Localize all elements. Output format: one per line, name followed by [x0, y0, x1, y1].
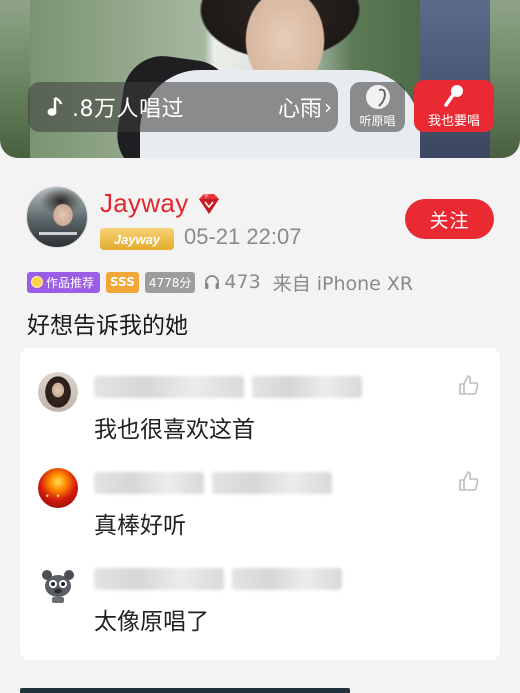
commenter-name-redacted [94, 376, 362, 400]
sing-too-label: 我也要唱 [427, 113, 480, 129]
music-note-icon [38, 82, 72, 132]
comment-text: 我也很喜欢这首 [94, 417, 255, 443]
song-info-bar[interactable]: .8万人唱过 心雨 › [28, 82, 338, 132]
redacted-block [94, 568, 224, 590]
play-count-value: 473 [224, 271, 261, 293]
author-name[interactable]: Jayway [100, 188, 189, 219]
cover-image[interactable]: .8万人唱过 心雨 › 听原唱 我也要唱 [0, 0, 520, 158]
listen-original-button[interactable]: 听原唱 [350, 82, 405, 132]
bottom-edge-bar [20, 688, 350, 693]
comment-text: 真棒好听 [94, 513, 186, 539]
song-title-link[interactable]: 心雨 › [278, 91, 338, 123]
thumbs-up-icon[interactable] [458, 470, 480, 492]
score-badge: 4778分 [144, 271, 196, 293]
redacted-block [94, 472, 204, 494]
recommended-label: 作品推荐 [46, 275, 95, 290]
recommended-badge[interactable]: 作品推荐 [27, 271, 101, 293]
grade-badge: SSS [106, 271, 139, 293]
medal-icon [31, 276, 43, 288]
comment-item[interactable]: 太像原唱了 [20, 540, 500, 636]
microphone-icon [443, 84, 465, 108]
red-diamond-vip-icon[interactable] [196, 193, 222, 215]
avatar-art: •• [45, 492, 67, 501]
play-count: 473 [203, 271, 261, 293]
post-datetime: 05-21 22:07 [184, 224, 302, 249]
follow-button[interactable]: 关注 [405, 199, 494, 239]
redacted-block [212, 472, 332, 494]
headphones-icon [203, 273, 221, 291]
commenter-avatar[interactable]: •• [38, 468, 78, 508]
author-avatar-caption-strip [39, 232, 77, 235]
thumbs-up-icon[interactable] [458, 374, 480, 396]
sing-too-button[interactable]: 我也要唱 [414, 80, 494, 132]
author-level-badge: Jayway [100, 228, 174, 250]
original-vocal-disc-icon [365, 85, 390, 109]
cover-photo [30, 0, 490, 158]
comment-item[interactable]: 我也很喜欢这首 [20, 348, 500, 444]
listen-original-label: 听原唱 [359, 114, 396, 128]
redacted-block [252, 376, 362, 398]
device-source: 来自 iPhone XR [272, 272, 414, 295]
redacted-block [94, 376, 244, 398]
work-meta-row: 作品推荐 SSS 4778分 473 来自 iPhone XR [27, 270, 414, 295]
comment-text: 太像原唱了 [94, 609, 209, 635]
sing-count: .8万人唱过 [72, 97, 184, 122]
comment-list: 我也很喜欢这首 •• 真棒好听 太像原唱了 [20, 348, 500, 660]
post-caption: 好想告诉我的她 [27, 313, 188, 339]
commenter-name-redacted [94, 472, 332, 496]
commenter-avatar[interactable] [38, 564, 78, 604]
cover-photo-right [420, 0, 490, 158]
commenter-avatar[interactable] [38, 372, 78, 412]
chevron-right-icon: › [324, 95, 332, 119]
commenter-name-redacted [94, 568, 342, 592]
author-avatar[interactable] [26, 186, 88, 248]
redacted-block [232, 568, 342, 590]
song-title: 心雨 [277, 97, 322, 122]
comment-item[interactable]: •• 真棒好听 [20, 444, 500, 540]
